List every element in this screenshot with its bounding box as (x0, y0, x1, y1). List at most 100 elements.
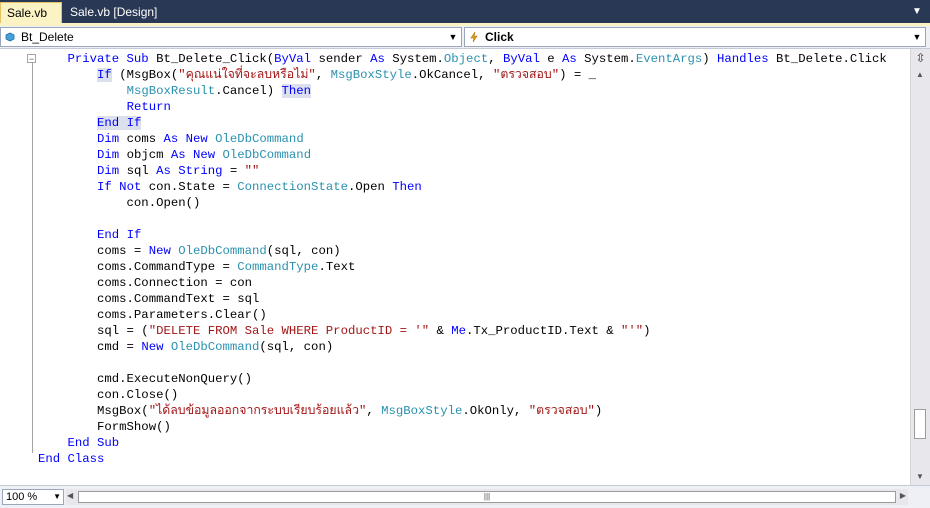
horizontal-scrollbar[interactable]: ◀ ||| ▶ (66, 489, 908, 505)
code-token: & (429, 324, 452, 338)
code-token: .OkOnly, (462, 404, 529, 418)
code-token: OleDbCommand (222, 148, 312, 162)
code-line[interactable]: con.Close() (38, 387, 887, 403)
code-token: If Not (97, 180, 142, 194)
scrollbar-corner (910, 486, 930, 508)
lightning-icon (470, 31, 478, 43)
code-text[interactable]: Private Sub Bt_Delete_Click(ByVal sender… (38, 51, 887, 467)
chevron-down-icon[interactable]: ▼ (448, 28, 458, 46)
code-token: .Tx_ProductID.Text & (466, 324, 621, 338)
code-line[interactable]: Dim sql As String = "" (38, 163, 887, 179)
code-token: ) (702, 52, 718, 66)
code-line[interactable]: coms.CommandText = sql (38, 291, 887, 307)
scroll-down-icon[interactable]: ▼ (916, 472, 924, 481)
code-line[interactable]: coms.Parameters.Clear() (38, 307, 887, 323)
navigation-bar: Bt_Delete ▼ Click ▼ (0, 26, 930, 49)
code-token: Bt_Delete_Click( (156, 52, 275, 66)
zoom-combo[interactable]: 100 % ▼ (2, 489, 64, 505)
code-line[interactable]: cmd = New OleDbCommand(sql, con) (38, 339, 887, 355)
code-line[interactable] (38, 211, 887, 227)
code-token: OleDbCommand (215, 132, 304, 146)
code-line[interactable]: FormShow() (38, 419, 887, 435)
code-token: As (562, 52, 577, 66)
code-line[interactable]: If Not con.State = ConnectionState.Open … (38, 179, 887, 195)
code-line[interactable]: coms.CommandType = CommandType.Text (38, 259, 887, 275)
code-token: , (366, 404, 382, 418)
code-line[interactable]: End If (38, 227, 887, 243)
code-line[interactable]: cmd.ExecuteNonQuery() (38, 371, 887, 387)
code-token: = (222, 164, 245, 178)
code-token: coms.CommandText = sql (38, 292, 260, 306)
code-token: con.Close() (38, 388, 179, 402)
code-token: ) = _ (559, 68, 597, 82)
code-token: cmd.ExecuteNonQuery() (38, 372, 253, 386)
code-token: coms.CommandType = (38, 260, 238, 274)
code-token: As New (163, 132, 208, 146)
code-editor[interactable]: − Private Sub Bt_Delete_Click(ByVal send… (0, 49, 910, 485)
chevron-down-icon[interactable]: ▼ (53, 490, 61, 504)
code-line[interactable]: coms = New OleDbCommand(sql, con) (38, 243, 887, 259)
code-token: New (141, 340, 164, 354)
code-token: As New (170, 148, 216, 162)
code-token: MsgBoxStyle (330, 68, 412, 82)
code-token: , (488, 52, 503, 66)
vertical-scrollbar[interactable]: ⇳ ▲ ▼ (910, 49, 930, 485)
code-token: "DELETE FROM Sale WHERE ProductID = '" (148, 324, 430, 338)
class-name-combo[interactable]: Bt_Delete ▼ (0, 27, 462, 47)
code-line[interactable]: End Class (38, 451, 887, 467)
code-line[interactable]: Dim objcm As New OleDbCommand (38, 147, 887, 163)
code-line[interactable]: End Sub (38, 435, 887, 451)
code-token: End If (97, 228, 142, 242)
code-token: MsgBox( (38, 404, 149, 418)
collapse-icon[interactable]: − (27, 54, 36, 64)
code-token: sql = ( (38, 324, 149, 338)
code-line[interactable]: Return (38, 99, 887, 115)
outlining-line (32, 63, 33, 453)
code-line[interactable]: con.Open() (38, 195, 887, 211)
code-token: "ตรวจสอบ" (492, 68, 560, 82)
code-token: sql (119, 164, 157, 178)
field-icon (5, 32, 15, 42)
code-token: ConnectionState (237, 180, 348, 194)
split-window-icon[interactable]: ⇳ (913, 51, 928, 66)
tab-list-dropdown-icon[interactable]: ▼ (910, 6, 924, 18)
code-line[interactable]: coms.Connection = con (38, 275, 887, 291)
vertical-scroll-thumb[interactable] (914, 409, 926, 439)
code-token: Then (392, 180, 422, 194)
code-token: "ได้ลบข้อมูลออกจากระบบเรียบร้อยแล้ว" (148, 404, 367, 418)
code-token: OleDbCommand (170, 340, 260, 354)
code-line[interactable]: sql = ("DELETE FROM Sale WHERE ProductID… (38, 323, 887, 339)
horizontal-scroll-thumb[interactable]: ||| (78, 491, 896, 503)
code-line[interactable]: MsgBoxResult.Cancel) Then (38, 83, 887, 99)
code-token: EventArgs (635, 52, 703, 66)
code-line[interactable]: Private Sub Bt_Delete_Click(ByVal sender… (38, 51, 887, 67)
code-token: OleDbCommand (178, 244, 267, 258)
code-token: MsgBoxStyle (381, 404, 463, 418)
code-token: FormShow() (38, 420, 171, 434)
method-name-combo[interactable]: Click ▼ (464, 27, 926, 47)
code-line[interactable]: MsgBox("ได้ลบข้อมูลออกจากระบบเรียบร้อยแล… (38, 403, 887, 419)
code-token: Dim (97, 148, 120, 162)
code-line[interactable] (38, 355, 887, 371)
scroll-left-icon[interactable]: ◀ (67, 491, 73, 500)
tab-sale-vb-design[interactable]: Sale.vb [Design] (64, 2, 164, 24)
code-token: "'" (621, 324, 644, 338)
code-line[interactable]: If (MsgBox("คุณแน่ใจที่จะลบหรือไม่", Msg… (38, 67, 887, 83)
code-token: sender (311, 52, 371, 66)
code-token: Bt_Delete.Click (768, 52, 887, 66)
code-line[interactable]: End If (38, 115, 887, 131)
tab-sale-vb[interactable]: Sale.vb (0, 2, 62, 24)
code-line[interactable]: Dim coms As New OleDbCommand (38, 131, 887, 147)
code-token: con.State = (141, 180, 238, 194)
code-token: ) (643, 324, 651, 338)
chevron-down-icon[interactable]: ▼ (912, 28, 922, 46)
scroll-right-icon[interactable]: ▶ (900, 491, 906, 500)
scroll-up-icon[interactable]: ▲ (916, 70, 924, 79)
